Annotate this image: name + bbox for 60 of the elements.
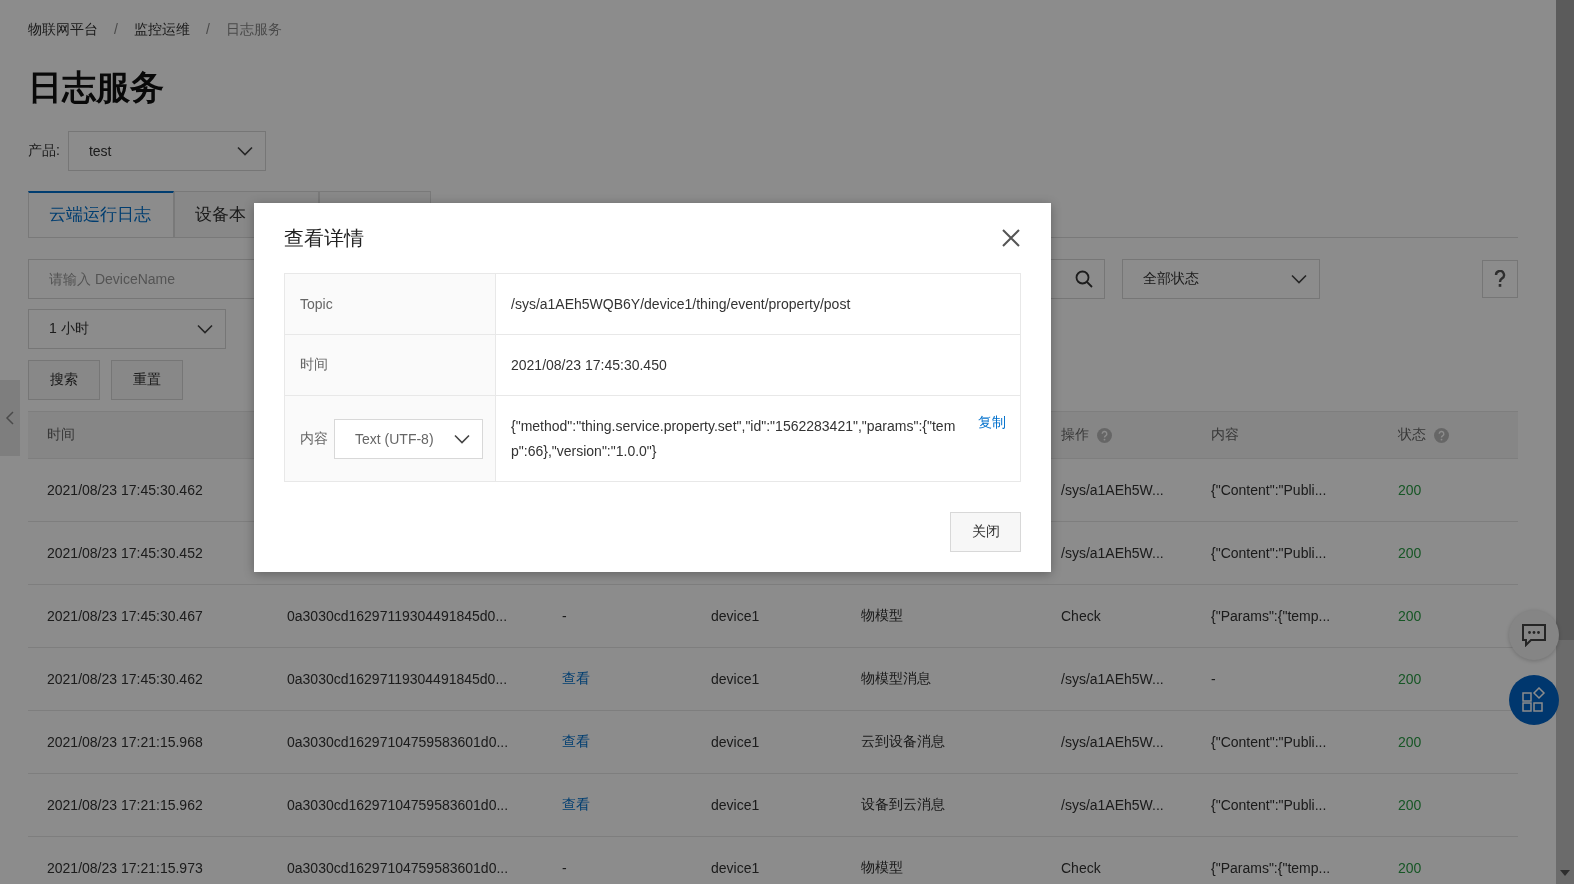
table-cell: 2021/08/23 17:21:15.962 bbox=[47, 797, 203, 813]
field-label: 时间 bbox=[300, 356, 328, 374]
table-cell: /sys/a1AEh5W... bbox=[1061, 734, 1164, 750]
status-code: 200 bbox=[1398, 545, 1422, 561]
table-cell: 2021/08/23 17:45:30.452 bbox=[47, 545, 203, 561]
table-cell: 0a3030cd16297119304491845d0... bbox=[287, 608, 508, 624]
table-cell: {"Content":"Publi... bbox=[1211, 482, 1327, 498]
table-cell: - bbox=[562, 608, 567, 624]
field-value: 2021/08/23 17:45:30.450 bbox=[511, 355, 668, 375]
table-cell: {"Params":{"temp... bbox=[1211, 860, 1331, 876]
table-cell: 0a3030cd16297104759583601d0... bbox=[287, 797, 509, 813]
table-cell: device1 bbox=[711, 797, 760, 813]
status-code: 200 bbox=[1398, 797, 1422, 813]
status-code: 200 bbox=[1398, 671, 1422, 687]
field-label: Topic bbox=[300, 296, 333, 312]
status-code: 200 bbox=[1398, 860, 1422, 876]
product-label: 产品: bbox=[28, 142, 60, 160]
table-cell: device1 bbox=[711, 671, 760, 687]
table-cell: /sys/a1AEh5W... bbox=[1061, 482, 1164, 498]
table-cell: /sys/a1AEh5W... bbox=[1061, 671, 1164, 687]
table-cell: 云到设备消息 bbox=[861, 733, 945, 751]
table-cell: /sys/a1AEh5W... bbox=[1061, 797, 1164, 813]
table-cell: device1 bbox=[711, 608, 760, 624]
table-cell: {"Content":"Publi... bbox=[1211, 734, 1327, 750]
table-cell: Check bbox=[1061, 860, 1101, 876]
field-value: /sys/a1AEh5WQB6Y/device1/thing/event/property/post bbox=[511, 294, 852, 314]
table-cell: 2021/08/23 17:21:15.968 bbox=[47, 734, 203, 750]
table-cell: /sys/a1AEh5W... bbox=[1061, 545, 1164, 561]
column-header: 操作 bbox=[1061, 426, 1089, 444]
column-header: 内容 bbox=[1211, 426, 1239, 444]
page-title: 日志服务 bbox=[28, 67, 165, 108]
breadcrumb-current: 日志服务 bbox=[225, 21, 282, 39]
column-header: 状态 bbox=[1398, 426, 1426, 444]
table-cell: 设备到云消息 bbox=[861, 796, 945, 814]
field-label: 内容 bbox=[300, 429, 328, 448]
column-header: 时间 bbox=[47, 426, 75, 444]
table-cell: 物模型消息 bbox=[861, 670, 931, 688]
table-cell: 2021/08/23 17:45:30.462 bbox=[47, 671, 203, 687]
table-cell: 物模型 bbox=[861, 607, 903, 625]
table-cell: device1 bbox=[711, 860, 760, 876]
status-code: 200 bbox=[1398, 482, 1422, 498]
table-cell: 0a3030cd16297119304491845d0... bbox=[287, 671, 508, 687]
table-cell: 0a3030cd16297104759583601d0... bbox=[287, 734, 509, 750]
table-cell: - bbox=[1211, 671, 1216, 687]
table-cell: 2021/08/23 17:45:30.467 bbox=[47, 608, 203, 624]
status-code: 200 bbox=[1398, 734, 1422, 750]
table-cell: Check bbox=[1061, 608, 1101, 624]
breadcrumb-separator: / bbox=[205, 21, 210, 39]
field-value: {"method":"thing.service.property.set","id":"1562283421","params":{"temp":66},"version":"1.0.0"} bbox=[511, 416, 957, 461]
table-cell: device1 bbox=[711, 734, 760, 750]
breadcrumb-separator: / bbox=[114, 21, 118, 39]
table-cell: - bbox=[562, 860, 567, 876]
table-cell: {"Content":"Publi... bbox=[1211, 797, 1327, 813]
table-cell: 2021/08/23 17:21:15.973 bbox=[47, 860, 203, 876]
table-cell: {"Content":"Publi... bbox=[1211, 545, 1327, 561]
status-code: 200 bbox=[1398, 608, 1422, 624]
table-cell: 0a3030cd16297104759583601d0... bbox=[287, 860, 509, 876]
table-cell: 物模型 bbox=[861, 859, 903, 877]
table-cell: {"Params":{"temp... bbox=[1211, 608, 1331, 624]
table-cell: 2021/08/23 17:45:30.462 bbox=[47, 482, 203, 498]
